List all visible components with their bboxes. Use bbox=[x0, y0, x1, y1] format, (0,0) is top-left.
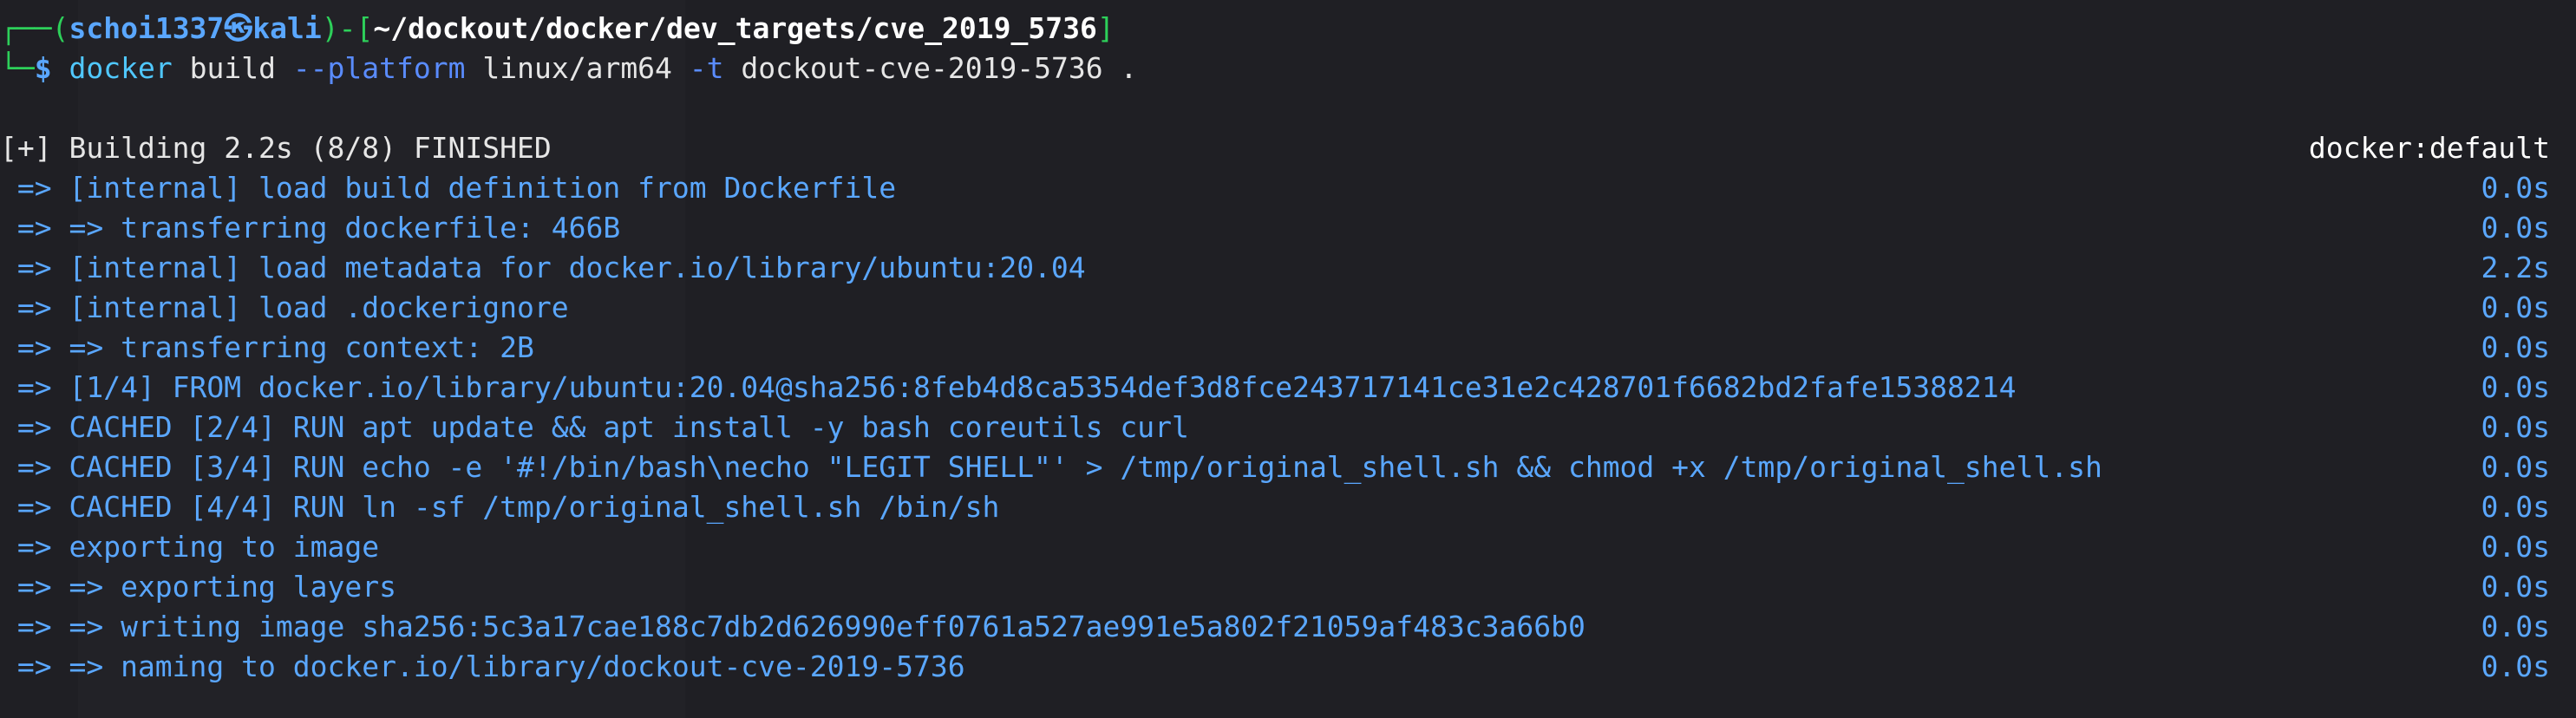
build-step: => CACHED [2/4] RUN apt update && apt in… bbox=[0, 408, 2576, 447]
build-step-text: => => transferring context: 2B bbox=[0, 330, 534, 364]
build-step-time: 0.0s bbox=[2481, 530, 2550, 564]
terminal-output: ┌──(schoi1337㉿kali)-[~/dockout/docker/de… bbox=[0, 0, 2576, 687]
build-step: => [internal] load metadata for docker.i… bbox=[0, 248, 2576, 288]
build-step-time: 0.0s bbox=[2481, 290, 2550, 324]
prompt-open: ( bbox=[51, 11, 69, 45]
prompt-line-top: ┌──(schoi1337㉿kali)-[~/dockout/docker/de… bbox=[0, 9, 2576, 49]
build-step-time: 0.0s bbox=[2481, 211, 2550, 245]
build-step: => exporting to image 0.0s bbox=[0, 527, 2576, 567]
builder-label: docker:default bbox=[2308, 131, 2550, 165]
command-line[interactable]: └─$ docker build --platform linux/arm64 … bbox=[0, 49, 2576, 88]
build-step-text: => CACHED [3/4] RUN echo -e '#!/bin/bash… bbox=[0, 450, 2102, 484]
prompt-close: )-[ bbox=[321, 11, 374, 45]
prompt-user: schoi1337 bbox=[69, 11, 225, 45]
build-steps: => [internal] load build definition from… bbox=[0, 168, 2576, 687]
command-tag-value: dockout-cve-2019-5736 bbox=[741, 51, 1103, 85]
build-step-text: => [1/4] FROM docker.io/library/ubuntu:2… bbox=[0, 370, 2017, 404]
prompt-host: kali bbox=[252, 11, 322, 45]
build-step-time: 0.0s bbox=[2481, 610, 2550, 643]
prompt-corner-bottom: └─ bbox=[0, 51, 35, 85]
build-step: => CACHED [3/4] RUN echo -e '#!/bin/bash… bbox=[0, 447, 2576, 487]
build-header-line: [+] Building 2.2s (8/8) FINISHED docker:d… bbox=[0, 128, 2576, 168]
build-step-text: => CACHED [2/4] RUN apt update && apt in… bbox=[0, 410, 1189, 444]
build-step-time: 0.0s bbox=[2481, 410, 2550, 444]
command-program: docker bbox=[69, 51, 173, 85]
build-step: => => writing image sha256:5c3a17cae188c… bbox=[0, 607, 2576, 647]
prompt-corner-top: ┌── bbox=[0, 11, 52, 45]
build-step-time: 0.0s bbox=[2481, 649, 2550, 683]
build-step-time: 0.0s bbox=[2481, 450, 2550, 484]
build-step-time: 0.0s bbox=[2481, 570, 2550, 604]
build-step-text: => [internal] load build definition from… bbox=[0, 171, 897, 205]
build-step-text: => => writing image sha256:5c3a17cae188c… bbox=[0, 610, 1585, 643]
build-step-text: => => naming to docker.io/library/dockou… bbox=[0, 649, 965, 683]
prompt-dollar: $ bbox=[34, 51, 52, 85]
build-step: => CACHED [4/4] RUN ln -sf /tmp/original… bbox=[0, 487, 2576, 527]
build-step-text: => exporting to image bbox=[0, 530, 380, 564]
command-flag-platform: --platform bbox=[292, 51, 466, 85]
build-step: => => exporting layers 0.0s bbox=[0, 567, 2576, 607]
build-step: => [internal] load build definition from… bbox=[0, 168, 2576, 208]
command-subcommand: build bbox=[189, 51, 276, 85]
build-step-text: => [internal] load .dockerignore bbox=[0, 290, 569, 324]
build-step-time: 0.0s bbox=[2481, 370, 2550, 404]
build-step: => [internal] load .dockerignore 0.0s bbox=[0, 288, 2576, 328]
terminal-window[interactable]: ┌──(schoi1337㉿kali)-[~/dockout/docker/de… bbox=[0, 0, 2576, 718]
build-step-time: 0.0s bbox=[2481, 171, 2550, 205]
build-step-time: 0.0s bbox=[2481, 490, 2550, 524]
build-step-text: => => exporting layers bbox=[0, 570, 396, 604]
command-flag-tag: -t bbox=[689, 51, 724, 85]
build-step: => => transferring dockerfile: 466B 0.0s bbox=[0, 208, 2576, 248]
build-header: [+] Building 2.2s (8/8) FINISHED bbox=[0, 131, 552, 165]
build-step-time: 2.2s bbox=[2481, 251, 2550, 284]
command-platform-value: linux/arm64 bbox=[482, 51, 672, 85]
build-step-text: => [internal] load metadata for docker.i… bbox=[0, 251, 1086, 284]
build-step-text: => => transferring dockerfile: 466B bbox=[0, 211, 621, 245]
kali-dragon-icon: ㉿ bbox=[224, 11, 253, 45]
build-step-time: 0.0s bbox=[2481, 330, 2550, 364]
build-step-text: => CACHED [4/4] RUN ln -sf /tmp/original… bbox=[0, 490, 1000, 524]
prompt-path-close: ] bbox=[1096, 11, 1115, 45]
command-context: . bbox=[1120, 51, 1138, 85]
prompt-path: ~/dockout/docker/dev_targets/cve_2019_57… bbox=[373, 11, 1097, 45]
build-step: => [1/4] FROM docker.io/library/ubuntu:2… bbox=[0, 368, 2576, 408]
build-step: => => naming to docker.io/library/dockou… bbox=[0, 647, 2576, 687]
build-step: => => transferring context: 2B 0.0s bbox=[0, 328, 2576, 368]
